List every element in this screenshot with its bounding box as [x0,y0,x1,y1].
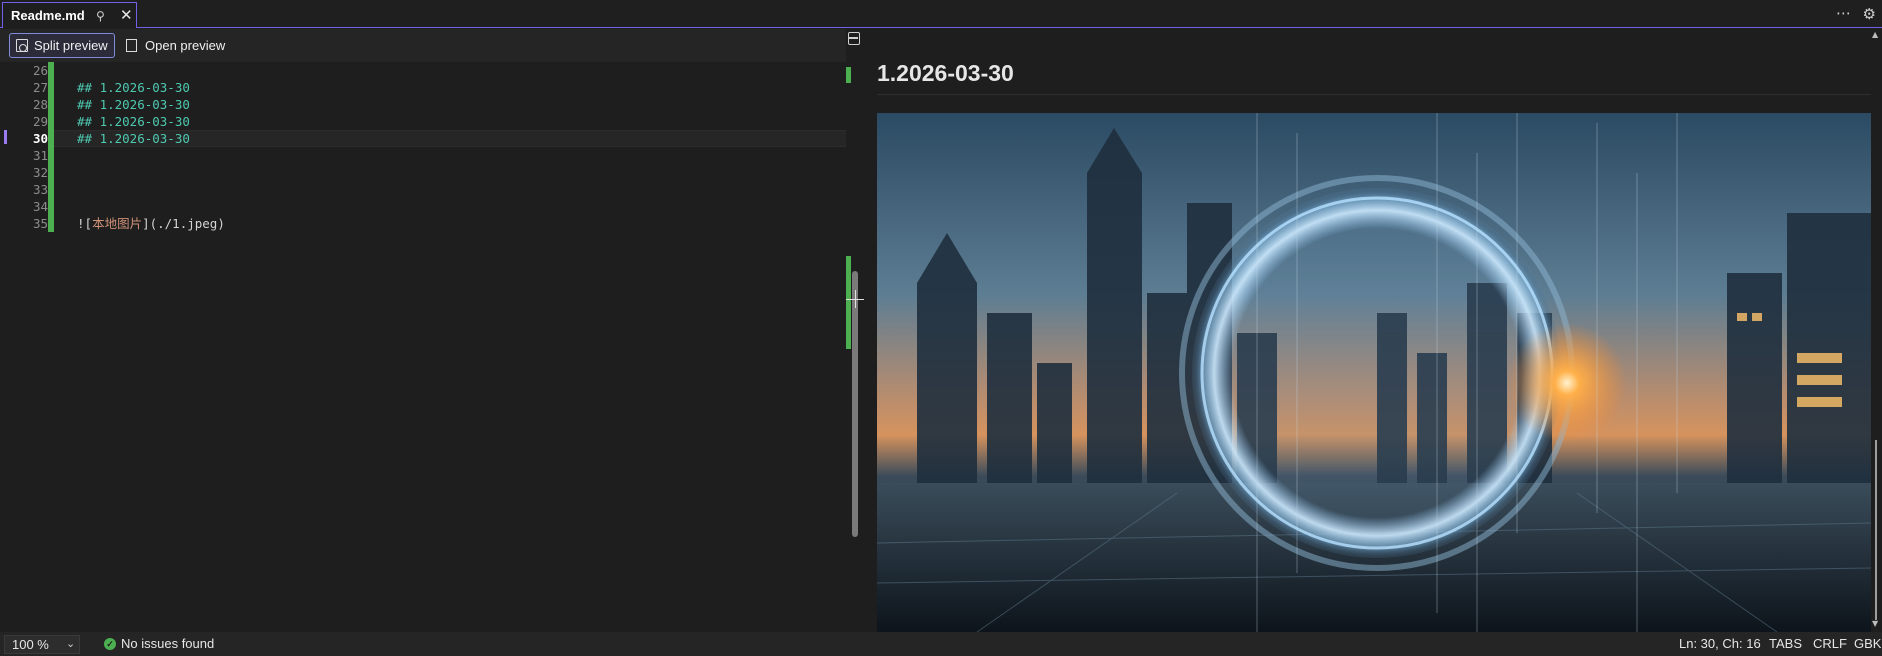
overview-change-mark [846,256,851,349]
editor-toolbar: Split preview Open preview [0,29,846,62]
cursor-position[interactable]: Ln: 30, Ch: 16 [1679,636,1761,651]
line-text: ## 1.2026-03-30 [77,131,190,146]
tab-bar: Readme.md ⚲ ✕ ⋯ ⚙ [0,0,1882,28]
line-number: 29 [32,114,48,129]
split-layout-icon[interactable] [848,32,860,45]
image-markdown: ![本地图片](./1.jpeg) [77,215,225,232]
indent-mode[interactable]: TABS [1769,636,1802,651]
editor-line-current[interactable]: 30 ## 1.2026-03-30 [0,130,846,147]
editor-line[interactable]: 27 ## 1.2026-03-30 [0,79,846,96]
markdown-preview[interactable]: 1.2026-03-30 [865,29,1882,632]
image-syntax-prefix: ![ [77,216,93,231]
scroll-down-arrow-icon[interactable]: ▼ [1872,619,1878,628]
split-preview-icon [16,39,28,52]
line-number: 32 [32,165,48,180]
line-number: 33 [32,182,48,197]
tab-readme[interactable]: Readme.md ⚲ ✕ [2,2,137,28]
preview-heading: 1.2026-03-30 [877,60,1014,86]
editor-scrollbar[interactable] [852,271,858,537]
code-editor[interactable]: 26 27 ## 1.2026-03-30 28 ## 1.2026-03-30… [0,62,846,632]
chevron-down-icon: ⌄ [66,638,76,650]
editor-line[interactable]: 33 [0,181,846,198]
editor-line[interactable]: 26 [0,62,846,79]
zoom-value: 100 % [12,637,49,652]
line-ending[interactable]: CRLF [1813,636,1847,651]
gear-icon[interactable]: ⚙ [1863,5,1876,23]
image-syntax-suffix: ](./1.jpeg) [142,216,225,231]
close-icon[interactable]: ✕ [120,6,133,24]
editor-line[interactable]: 35 ![本地图片](./1.jpeg) [0,215,846,232]
line-number: 28 [32,97,48,112]
editor-line[interactable]: 29 ## 1.2026-03-30 [0,113,846,130]
preview-image [877,113,1871,632]
line-number: 34 [32,199,48,214]
editor-line[interactable]: 32 [0,164,846,181]
document-icon [126,39,137,52]
line-number: 30 [32,131,48,146]
scroll-up-arrow-icon[interactable]: ▲ [1872,30,1878,39]
preview-scroll-thumb[interactable] [1875,440,1877,620]
open-preview-button[interactable]: Open preview [126,33,236,58]
line-number: 35 [32,216,48,231]
image-alt-text: 本地图片 [92,216,143,231]
cursor-crosshair [855,290,856,308]
line-number: 26 [32,63,48,78]
open-preview-label: Open preview [145,38,226,53]
issues-status[interactable]: No issues found [121,636,214,651]
heading-rule [877,94,1871,95]
pin-icon[interactable]: ⚲ [96,9,105,23]
more-icon[interactable]: ⋯ [1836,4,1852,22]
line-number: 31 [32,148,48,163]
line-text: ## 1.2026-03-30 [77,97,190,112]
line-number: 27 [32,80,48,95]
encoding[interactable]: GBK [1854,636,1881,651]
tab-title: Readme.md [11,8,85,23]
zoom-dropdown[interactable]: 100 % ⌄ [4,635,80,654]
line-text: ## 1.2026-03-30 [77,80,190,95]
editor-line[interactable]: 28 ## 1.2026-03-30 [0,96,846,113]
line-text: ## 1.2026-03-30 [77,114,190,129]
split-preview-label: Split preview [34,38,108,53]
check-circle-icon: ✓ [104,638,116,650]
split-preview-button[interactable]: Split preview [9,33,115,58]
overview-change-mark [846,67,851,83]
editor-line[interactable]: 34 [0,198,846,215]
status-bar: 100 % ⌄ ✓ No issues found Ln: 30, Ch: 16… [0,632,1882,656]
editor-line[interactable]: 31 [0,147,846,164]
